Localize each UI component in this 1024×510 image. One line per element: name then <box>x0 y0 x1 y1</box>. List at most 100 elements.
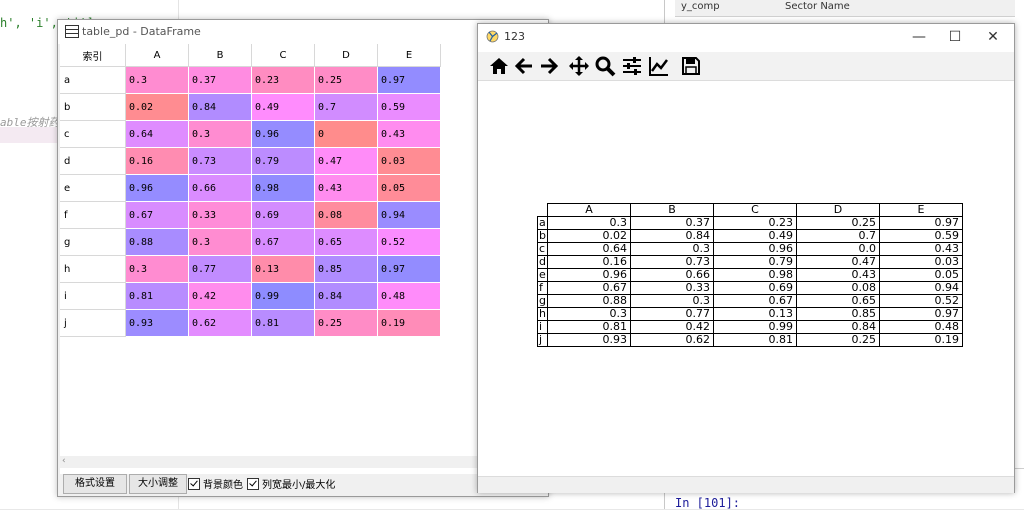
table-cell[interactable]: 0.94 <box>377 201 441 229</box>
table-cell[interactable]: 0.85 <box>314 255 378 283</box>
table-cell[interactable]: 0.67 <box>125 201 189 229</box>
dataframe-table[interactable]: 索引 ABCDE a 0.3 0.37 0.23 0.25 0.97 b 0.02 0.84 0.… <box>60 44 441 337</box>
table-cell[interactable]: 0.64 <box>125 120 189 148</box>
table-cell[interactable]: 0.52 <box>377 228 441 256</box>
row-header[interactable]: g <box>60 228 126 256</box>
row-header[interactable]: f <box>60 201 126 229</box>
home-icon[interactable] <box>488 55 510 77</box>
table-cell[interactable]: 0.97 <box>377 66 441 94</box>
mpl-row-label: b <box>537 229 548 243</box>
table-cell[interactable]: 0.48 <box>377 282 441 310</box>
configure-subplots-icon[interactable] <box>621 55 643 77</box>
table-cell[interactable]: 0.05 <box>377 174 441 202</box>
table-cell[interactable]: 0.99 <box>251 282 315 310</box>
table-cell[interactable]: 0.47 <box>314 147 378 175</box>
column-min-max-checkbox[interactable]: 列宽最小/最大化 <box>247 476 335 491</box>
table-cell[interactable]: 0.59 <box>377 93 441 121</box>
format-button[interactable]: 格式设置 <box>63 474 127 494</box>
row-header[interactable]: d <box>60 147 126 175</box>
table-cell[interactable]: 0.37 <box>188 66 252 94</box>
close-button[interactable]: ✕ <box>982 28 1004 46</box>
forward-arrow-icon[interactable] <box>538 55 560 77</box>
dataframe-header-row: 索引 ABCDE <box>60 44 441 67</box>
row-header[interactable]: b <box>60 93 126 121</box>
mpl-row-label: c <box>537 242 548 256</box>
resize-button[interactable]: 大小调整 <box>129 474 187 494</box>
checkbox-checked-icon[interactable] <box>247 478 259 490</box>
table-cell[interactable]: 0.98 <box>251 174 315 202</box>
dataframe-window-titlebar[interactable]: table_pd - DataFrame <box>58 20 548 44</box>
table-cell[interactable]: 0.19 <box>377 309 441 337</box>
table-cell[interactable]: 0.02 <box>125 93 189 121</box>
table-cell[interactable]: 0.66 <box>188 174 252 202</box>
background-color-checkbox[interactable]: 背景颜色 <box>188 476 243 491</box>
scroll-left-icon[interactable]: ‹ <box>62 456 66 466</box>
table-cell[interactable]: 0.3 <box>188 228 252 256</box>
table-cell[interactable]: 0.25 <box>314 309 378 337</box>
row-header[interactable]: c <box>60 120 126 148</box>
table-cell[interactable]: 0.81 <box>125 282 189 310</box>
table-cell[interactable]: 0.43 <box>314 174 378 202</box>
table-row: i 0.81 0.42 0.99 0.84 0.48 <box>60 282 441 310</box>
table-cell[interactable]: 0.42 <box>188 282 252 310</box>
table-cell[interactable]: 0.62 <box>188 309 252 337</box>
table-cell[interactable]: 0.79 <box>251 147 315 175</box>
table-cell[interactable]: 0.97 <box>377 255 441 283</box>
back-arrow-icon[interactable] <box>513 55 535 77</box>
table-cell[interactable]: 0.93 <box>125 309 189 337</box>
row-header[interactable]: i <box>60 282 126 310</box>
table-cell[interactable]: 0.03 <box>377 147 441 175</box>
table-cell[interactable]: 0.84 <box>188 93 252 121</box>
column-header[interactable]: E <box>377 44 441 67</box>
table-cell[interactable]: 0.67 <box>251 228 315 256</box>
table-cell[interactable]: 0.3 <box>188 120 252 148</box>
row-header[interactable]: e <box>60 174 126 202</box>
table-cell[interactable]: 0.69 <box>251 201 315 229</box>
column-header[interactable]: D <box>314 44 378 67</box>
dataframe-grid[interactable]: 索引 ABCDE a 0.3 0.37 0.23 0.25 0.97 b 0.02 0.84 0.… <box>60 44 538 474</box>
table-cell[interactable]: 0.73 <box>188 147 252 175</box>
table-cell[interactable]: 0.3 <box>125 66 189 94</box>
table-cell[interactable]: 0.96 <box>251 120 315 148</box>
table-cell[interactable]: 0.7 <box>314 93 378 121</box>
figure-window-titlebar[interactable]: 123 — ☐ ✕ <box>478 24 1014 50</box>
mpl-table-cell: 0.08 <box>795 281 880 295</box>
column-header[interactable]: A <box>125 44 189 67</box>
dataframe-editor-window[interactable]: table_pd - DataFrame 索引 ABCDE a 0.3 0.37 0.… <box>57 19 549 497</box>
table-cell[interactable]: 0.3 <box>125 255 189 283</box>
table-cell[interactable]: 0.77 <box>188 255 252 283</box>
table-cell[interactable]: 0.81 <box>251 309 315 337</box>
checkbox-checked-icon[interactable] <box>188 478 200 490</box>
edit-axis-icon[interactable] <box>648 55 670 77</box>
table-cell[interactable]: 0.43 <box>377 120 441 148</box>
zoom-icon[interactable] <box>594 55 616 77</box>
pan-icon[interactable] <box>568 55 590 77</box>
table-cell[interactable]: 0.23 <box>251 66 315 94</box>
table-cell[interactable]: 0.49 <box>251 93 315 121</box>
console-prompt[interactable]: In [101]: <box>675 496 740 510</box>
figure-canvas[interactable]: ABCDE a 0.3 0.37 0.23 0.25 0.97 b 0.02 0.84 0.49 0… <box>478 81 1014 476</box>
table-cell[interactable]: 0.13 <box>251 255 315 283</box>
table-cell[interactable]: 0.84 <box>314 282 378 310</box>
maximize-button[interactable]: ☐ <box>944 28 966 46</box>
column-header[interactable]: C <box>251 44 315 67</box>
table-cell[interactable]: 0.25 <box>314 66 378 94</box>
minimize-button[interactable]: — <box>908 28 930 46</box>
table-cell[interactable]: 0.33 <box>188 201 252 229</box>
column-header[interactable]: B <box>188 44 252 67</box>
table-cell[interactable]: 0.96 <box>125 174 189 202</box>
horizontal-scrollbar[interactable]: ‹ <box>60 456 480 468</box>
row-header[interactable]: h <box>60 255 126 283</box>
table-cell[interactable]: 0 <box>314 120 378 148</box>
table-cell[interactable]: 0.88 <box>125 228 189 256</box>
index-header[interactable]: 索引 <box>60 44 126 67</box>
table-cell[interactable]: 0.16 <box>125 147 189 175</box>
row-header[interactable]: a <box>60 66 126 94</box>
table-cell[interactable]: 0.65 <box>314 228 378 256</box>
mpl-table-cell: 0.69 <box>712 281 797 295</box>
row-header[interactable]: j <box>60 309 126 337</box>
table-cell[interactable]: 0.08 <box>314 201 378 229</box>
save-icon[interactable] <box>680 55 702 77</box>
mpl-table-cell: 0.67 <box>712 294 797 308</box>
figure-window[interactable]: 123 — ☐ ✕ A B C D E a 0.3 0.37 0.23 0.25… <box>477 23 1015 493</box>
